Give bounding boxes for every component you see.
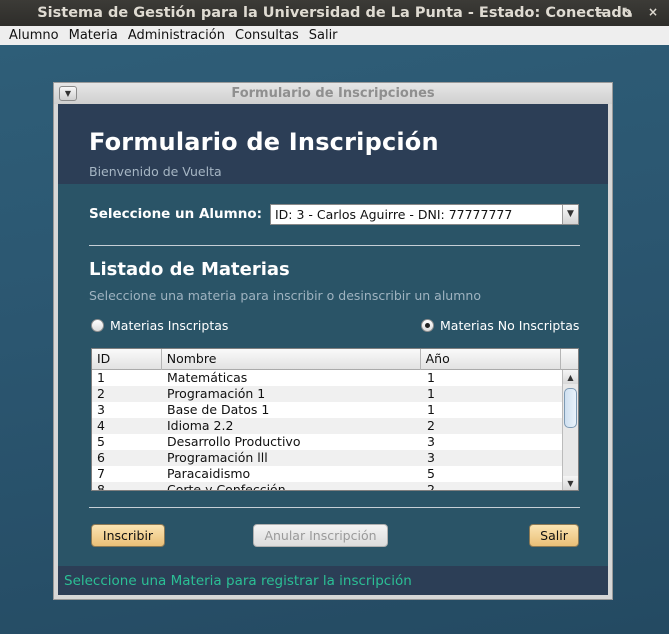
materias-table[interactable]: ID Nombre Año 1 Matemáticas 1 2 Programa…: [91, 348, 579, 491]
cell-nombre: Idioma 2.2: [167, 418, 234, 433]
cell-nombre: Desarrollo Productivo: [167, 434, 301, 449]
form-header: Formulario de Inscripción Bienvenido de …: [58, 104, 608, 184]
cell-id: 4: [97, 418, 105, 433]
salir-button[interactable]: Salir: [529, 524, 579, 547]
table-row[interactable]: 8 Corte y Confección 2: [92, 482, 563, 490]
column-header-nombre[interactable]: Nombre: [162, 349, 421, 370]
table-row[interactable]: 7 Paracaidismo 5: [92, 466, 563, 482]
column-header-corner: [561, 349, 578, 370]
cell-id: 2: [97, 386, 105, 401]
table-row[interactable]: 6 Programación lll 3: [92, 450, 563, 466]
column-header-id[interactable]: ID: [92, 349, 162, 370]
table-row[interactable]: 3 Base de Datos 1 1: [92, 402, 563, 418]
scrollbar-thumb[interactable]: [564, 388, 577, 428]
radio-no-inscriptas-indicator[interactable]: [421, 319, 434, 332]
cell-id: 5: [97, 434, 105, 449]
column-header-anio[interactable]: Año: [421, 349, 562, 370]
cell-anio: 1: [427, 386, 435, 401]
table-row[interactable]: 2 Programación 1 1: [92, 386, 563, 402]
window-controls: – ⤡ ×: [593, 4, 661, 20]
restore-icon[interactable]: ⤡: [619, 4, 635, 20]
internal-frame-title: Formulario de Inscripciones: [231, 86, 435, 101]
separator-top: [89, 245, 580, 246]
cell-id: 3: [97, 402, 105, 417]
cell-nombre: Programación lll: [167, 450, 268, 465]
anular-inscripcion-button[interactable]: Anular Inscripción: [253, 524, 388, 547]
frame-menu-icon[interactable]: ▼: [59, 86, 77, 101]
app-title: Sistema de Gestión para la Universidad d…: [37, 5, 632, 21]
radio-inscriptas-indicator[interactable]: [91, 319, 104, 332]
form-panel: Formulario de Inscripción Bienvenido de …: [58, 104, 608, 595]
cell-nombre: Corte y Confección: [167, 482, 286, 490]
scroll-down-icon[interactable]: ▼: [563, 476, 578, 490]
table-row[interactable]: 5 Desarrollo Productivo 3: [92, 434, 563, 450]
cell-anio: 3: [427, 450, 435, 465]
chevron-down-icon[interactable]: ▼: [562, 205, 578, 224]
separator-bottom: [89, 507, 580, 508]
form-subtitle: Bienvenido de Vuelta: [89, 164, 222, 179]
table-row[interactable]: 4 Idioma 2.2 2: [92, 418, 563, 434]
cell-anio: 2: [427, 418, 435, 433]
inscribir-button[interactable]: Inscribir: [91, 524, 165, 547]
cell-id: 6: [97, 450, 105, 465]
menu-administracion[interactable]: Administración: [123, 26, 230, 45]
table-scrollbar[interactable]: ▲ ▼: [562, 370, 578, 490]
internal-frame-titlebar[interactable]: ▼ Formulario de Inscripciones: [54, 83, 612, 104]
materias-heading: Listado de Materias: [89, 259, 290, 280]
alumno-row: Seleccione un Alumno: ID: 3 - Carlos Agu…: [89, 204, 579, 226]
app-titlebar: Sistema de Gestión para la Universidad d…: [0, 0, 669, 26]
cell-nombre: Paracaidismo: [167, 466, 251, 481]
inscripciones-internal-frame: ▼ Formulario de Inscripciones Formulario…: [53, 82, 613, 600]
cell-nombre: Programación 1: [167, 386, 266, 401]
scroll-up-icon[interactable]: ▲: [563, 370, 578, 384]
radio-materias-no-inscriptas[interactable]: Materias No Inscriptas: [421, 318, 579, 333]
status-bar: Seleccione una Materia para registrar la…: [58, 566, 608, 595]
menu-salir[interactable]: Salir: [304, 26, 343, 45]
cell-anio: 3: [427, 434, 435, 449]
cell-id: 1: [97, 370, 105, 385]
materias-hint: Seleccione una materia para inscribir o …: [89, 288, 481, 303]
menu-bar: Alumno Materia Administración Consultas …: [0, 26, 669, 45]
status-message: Seleccione una Materia para registrar la…: [64, 572, 412, 589]
cell-nombre: Matemáticas: [167, 370, 248, 385]
alumno-combobox[interactable]: ID: 3 - Carlos Aguirre - DNI: 77777777 ▼: [270, 204, 579, 225]
cell-anio: 5: [427, 466, 435, 481]
radio-materias-inscriptas[interactable]: Materias Inscriptas: [91, 318, 228, 333]
table-body: 1 Matemáticas 1 2 Programación 1 1 3 Bas…: [92, 370, 563, 490]
table-row[interactable]: 1 Matemáticas 1: [92, 370, 563, 386]
alumno-label: Seleccione un Alumno:: [89, 206, 262, 222]
menu-consultas[interactable]: Consultas: [230, 26, 304, 45]
radio-inscriptas-label: Materias Inscriptas: [110, 318, 229, 333]
cell-anio: 1: [427, 402, 435, 417]
menu-alumno[interactable]: Alumno: [4, 26, 64, 45]
cell-nombre: Base de Datos 1: [167, 402, 270, 417]
radio-no-inscriptas-label: Materias No Inscriptas: [440, 318, 580, 333]
cell-anio: 2: [427, 482, 435, 490]
cell-id: 7: [97, 466, 105, 481]
cell-anio: 1: [427, 370, 435, 385]
cell-id: 8: [97, 482, 105, 490]
menu-materia[interactable]: Materia: [64, 26, 123, 45]
form-title: Formulario de Inscripción: [89, 128, 439, 156]
alumno-selected-value: ID: 3 - Carlos Aguirre - DNI: 77777777: [275, 207, 513, 222]
table-header: ID Nombre Año: [92, 349, 578, 370]
close-icon[interactable]: ×: [645, 4, 661, 20]
minimize-icon[interactable]: –: [593, 4, 609, 20]
